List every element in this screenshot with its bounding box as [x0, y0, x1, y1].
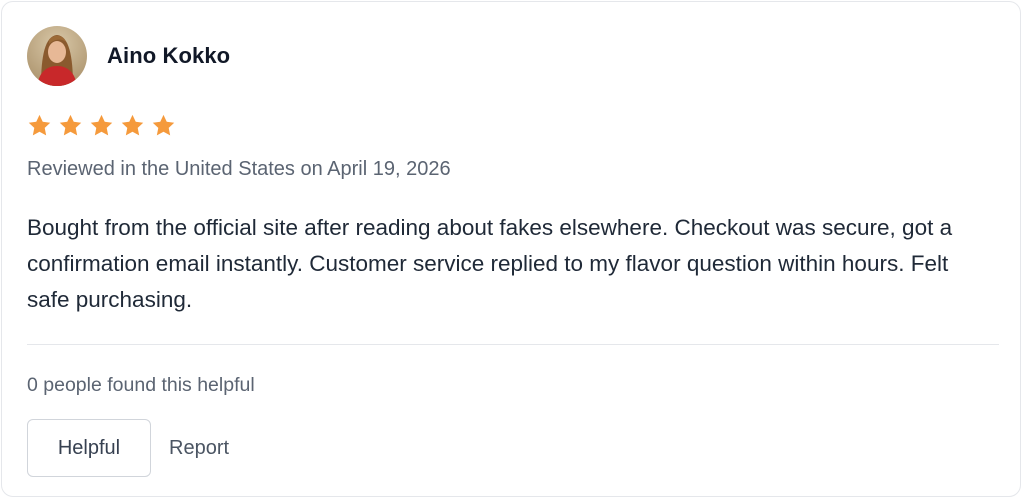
star-rating: [27, 113, 176, 138]
star-icon: [90, 114, 113, 136]
review-meta: Reviewed in the United States on April 1…: [27, 158, 451, 180]
star-icon: [152, 114, 175, 136]
helpful-count: 0 people found this helpful: [27, 374, 255, 396]
review-card: Aino Kokko Reviewed in the United States…: [1, 1, 1021, 497]
star-icon: [28, 114, 51, 136]
report-button[interactable]: Report: [169, 437, 229, 460]
divider: [27, 344, 999, 345]
star-icon: [121, 114, 144, 136]
avatar: [27, 26, 87, 86]
review-actions: Helpful Report: [27, 419, 229, 477]
review-header: Aino Kokko: [27, 26, 230, 86]
review-body: Bought from the official site after read…: [27, 215, 953, 312]
star-icon: [59, 114, 82, 136]
helpful-button[interactable]: Helpful: [27, 419, 151, 477]
reviewer-name: Aino Kokko: [107, 43, 231, 68]
